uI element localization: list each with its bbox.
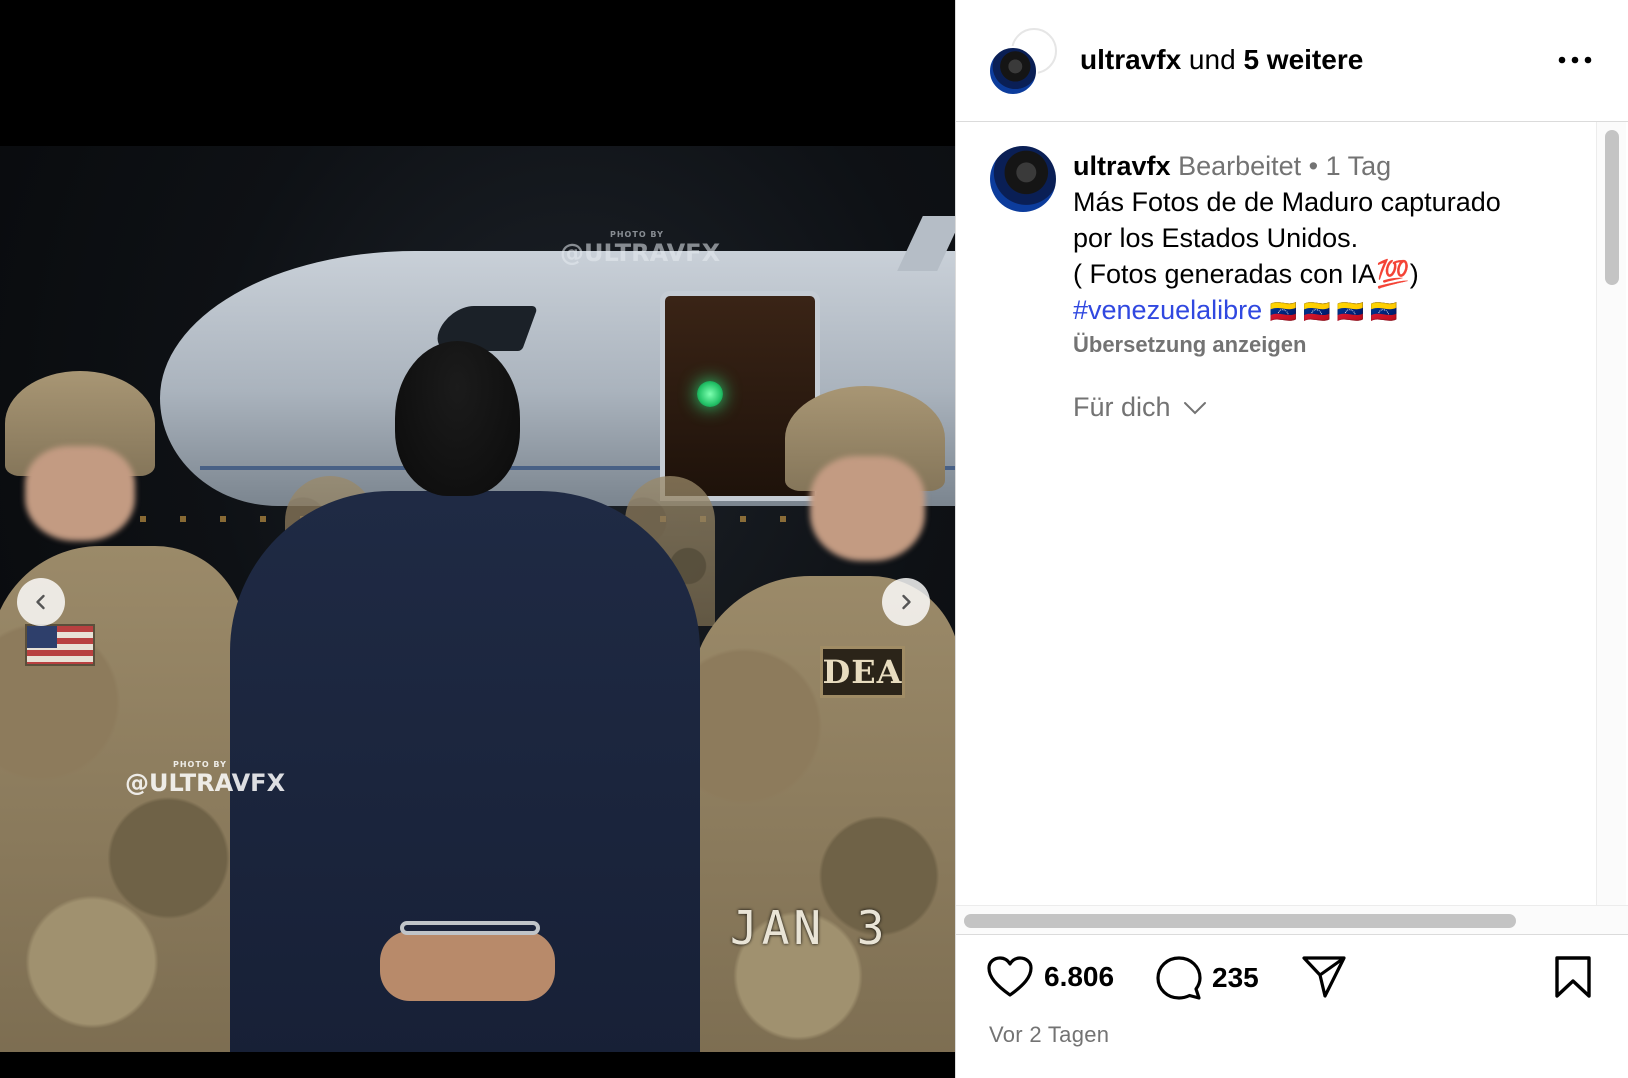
comment-icon [1156,956,1202,1000]
vertical-scrollbar-thumb[interactable] [1605,130,1619,285]
more-options-button[interactable] [1553,42,1597,78]
photo-flag-patch [25,624,95,666]
like-button[interactable]: 6.806 [986,955,1114,999]
photo-watermark-top: PHOTO BY @ULTRAVFX [560,230,721,267]
vertical-scrollbar[interactable] [1596,122,1626,910]
carousel-next-button[interactable] [882,578,930,626]
share-icon [1302,956,1346,998]
carousel-prev-button[interactable] [17,578,65,626]
bookmark-icon [1555,956,1591,998]
post-side-panel: ultravfx und 5 weitere ultravfx Bearbeit… [955,0,1628,1078]
feed-filter-dropdown[interactable]: Für dich [1073,392,1207,423]
horizontal-scrollbar[interactable] [956,905,1628,935]
post-timestamp[interactable]: Vor 2 Tagen [989,1022,1109,1048]
comments-section: ultravfx Bearbeitet • 1 Tag Más Fotos de… [956,122,1596,910]
post-authors[interactable]: ultravfx und 5 weitere [1080,44,1363,76]
photo-dea-patch: DEA [820,646,905,698]
heart-icon [987,956,1033,997]
share-button[interactable] [1301,955,1347,999]
post-photo: DEA JAN 3 PHOTO BY @ULTRAVFX PHOTO BY @U… [0,146,955,1052]
post-caption: ultravfx Bearbeitet • 1 Tag Más Fotos de… [1073,148,1583,358]
action-bar: 6.806 235 [956,955,1628,1015]
caption-text: Más Fotos de de Maduro capturado por los… [1073,187,1501,325]
chevron-right-icon [902,594,911,610]
post-age[interactable]: 1 Tag [1326,151,1392,181]
header-username[interactable]: ultravfx [1080,44,1181,75]
caption-meta: ultravfx Bearbeitet • 1 Tag [1073,151,1392,181]
edited-label: Bearbeitet [1178,151,1302,181]
chevron-left-icon [36,594,45,610]
photo-date-stamp: JAN 3 [730,901,889,955]
flag-emojis: 🇻🇪 🇻🇪 🇻🇪 🇻🇪 [1269,299,1398,324]
comment-button[interactable]: 235 [1156,955,1259,1001]
photo-handcuffs [400,921,540,935]
save-button[interactable] [1554,955,1592,999]
caption-username[interactable]: ultravfx [1073,151,1171,181]
header-collaborators[interactable]: 5 weitere [1243,44,1363,75]
caption-avatar[interactable] [990,146,1056,212]
more-icon [1558,56,1592,64]
collab-avatars[interactable] [988,28,1058,98]
hashtag-link[interactable]: #venezuelalibre [1073,295,1262,325]
horizontal-scrollbar-thumb[interactable] [964,914,1516,928]
comment-count[interactable]: 235 [1212,962,1259,994]
translate-button[interactable]: Übersetzung anzeigen [1073,332,1583,358]
post-media[interactable]: DEA JAN 3 PHOTO BY @ULTRAVFX PHOTO BY @U… [0,0,955,1078]
like-count[interactable]: 6.806 [1044,961,1114,993]
photo-watermark-bottom: PHOTO BY @ULTRAVFX [125,760,286,797]
post-header: ultravfx und 5 weitere [956,0,1628,122]
feed-filter-label: Für dich [1073,392,1171,422]
chevron-down-icon [1183,401,1206,414]
avatar-owner[interactable] [988,46,1038,96]
